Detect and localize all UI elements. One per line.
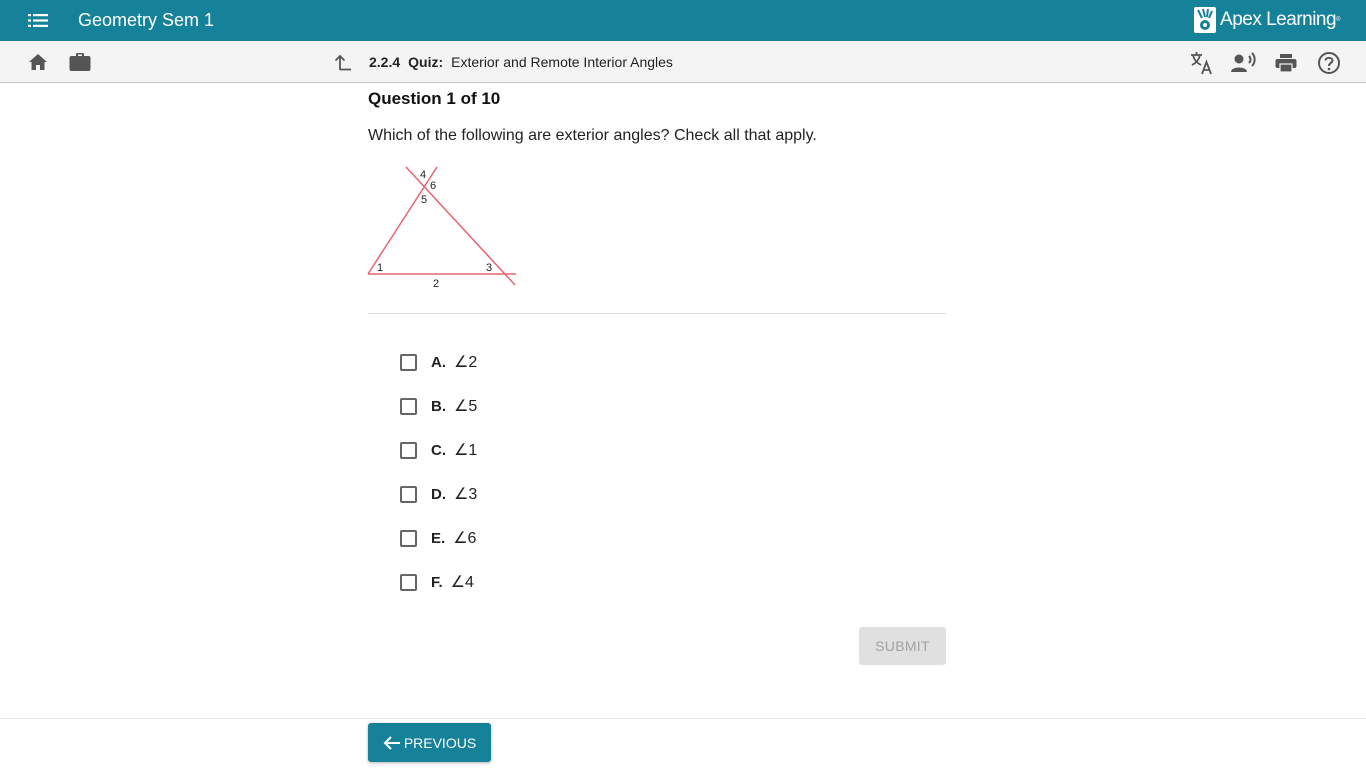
apex-learning-logo: Apex Learning ®: [1194, 7, 1340, 33]
answer-choices: A. ∠2 B. ∠5 C. ∠1 D. ∠3 E. ∠6 F. ∠4: [400, 340, 477, 604]
angle-label-3: 3: [486, 262, 492, 274]
toolbar: [0, 41, 1366, 83]
choice-a[interactable]: A. ∠2: [400, 340, 477, 384]
help-icon: [1318, 52, 1340, 74]
menu-icon[interactable]: [28, 13, 48, 28]
angle-label-2: 2: [433, 278, 439, 290]
checkbox[interactable]: [400, 485, 417, 503]
checkbox[interactable]: [400, 529, 417, 547]
help-button[interactable]: [1316, 50, 1342, 76]
home-icon: [29, 54, 47, 70]
choice-letter: E.: [431, 529, 446, 547]
choice-text: ∠6: [453, 530, 477, 547]
lesson-type: Quiz:: [408, 54, 444, 70]
arrow-left-icon: [383, 735, 400, 750]
choice-b[interactable]: B. ∠5: [400, 384, 477, 428]
apex-logo-icon: [1194, 7, 1217, 33]
choice-text: ∠1: [454, 442, 478, 459]
divider: [368, 313, 946, 314]
lesson-name: Exterior and Remote Interior Angles: [451, 54, 673, 70]
checkbox[interactable]: [400, 353, 417, 371]
right-side-line: [405, 166, 516, 286]
checkbox[interactable]: [400, 573, 417, 591]
choice-letter: A.: [431, 353, 446, 371]
checkbox[interactable]: [400, 397, 417, 415]
print-button[interactable]: [1274, 51, 1298, 75]
breadcrumb: 2.2.4 Quiz: Exterior and Remote Interior…: [333, 53, 673, 71]
submit-button[interactable]: SUBMIT: [859, 627, 946, 665]
read-aloud-button[interactable]: [1230, 50, 1258, 76]
choice-text: ∠5: [454, 398, 478, 415]
angle-label-5: 5: [421, 194, 427, 206]
choice-letter: D.: [431, 485, 446, 503]
angle-label-1: 1: [377, 262, 383, 274]
course-title: Geometry Sem 1: [78, 10, 215, 30]
read-aloud-icon: [1231, 52, 1256, 72]
brand-name: Apex Learning: [1220, 9, 1337, 30]
choice-c[interactable]: C. ∠1: [400, 428, 477, 472]
footer-divider: [0, 718, 1366, 719]
choice-text: ∠2: [454, 354, 478, 371]
question-heading: Question 1 of 10: [368, 89, 501, 108]
choice-d[interactable]: D. ∠3: [400, 472, 477, 516]
print-icon: [1275, 54, 1297, 73]
brand-mark: ®: [1336, 17, 1340, 23]
briefcase-button[interactable]: [68, 51, 92, 73]
choice-text: ∠3: [454, 486, 478, 503]
briefcase-icon: [69, 53, 91, 71]
question-prompt: Which of the following are exterior angl…: [368, 127, 817, 144]
previous-label: PREVIOUS: [403, 734, 477, 751]
home-button[interactable]: [27, 52, 49, 72]
choice-e[interactable]: E. ∠6: [400, 516, 477, 560]
previous-button[interactable]: PREVIOUS: [368, 723, 491, 762]
checkbox[interactable]: [400, 441, 417, 459]
choice-letter: C.: [431, 441, 446, 459]
translate-icon: [1191, 52, 1212, 75]
angle-label-6: 6: [430, 180, 436, 192]
translate-button[interactable]: [1189, 50, 1215, 76]
choice-letter: F.: [431, 573, 443, 591]
choice-f[interactable]: F. ∠4: [400, 560, 477, 604]
choice-text: ∠4: [450, 574, 474, 591]
triangle-diagram: 4 6 5 1 3 2: [367, 166, 516, 290]
left-side-line: [367, 166, 438, 275]
choice-letter: B.: [431, 397, 446, 415]
angle-label-4: 4: [420, 169, 426, 181]
top-bar: Geometry Sem 1 Apex Learning ®: [0, 0, 1366, 41]
lesson-number: 2.2.4: [369, 54, 401, 70]
up-arrow-icon[interactable]: [333, 53, 353, 71]
